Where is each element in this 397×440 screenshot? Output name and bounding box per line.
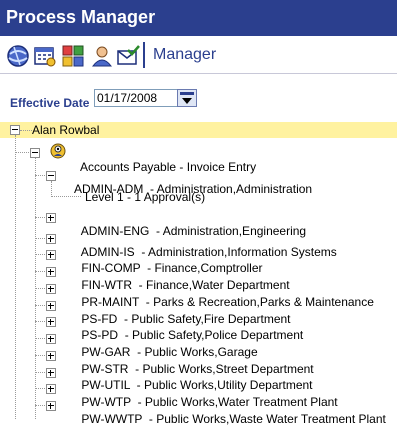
title-bar: Process Manager [0, 0, 397, 36]
group-expand-toggle[interactable] [46, 267, 56, 277]
group-expand-toggle[interactable] [46, 317, 56, 327]
group-expand-toggle[interactable] [46, 301, 56, 311]
globe-icon[interactable] [6, 44, 30, 68]
group-label[interactable]: PW-WWTP - Public Works,Waste Water Treat… [68, 398, 386, 440]
envelope-check-icon[interactable] [116, 44, 140, 68]
group-description: - Public Works,Waste Water Treatment Pla… [142, 412, 386, 426]
approval-level-item[interactable]: Level 1 - 1 Approval(s) [85, 190, 205, 204]
group-collapse-toggle[interactable] [46, 171, 56, 181]
tree-connector [20, 130, 32, 131]
group-expand-toggle[interactable] [46, 284, 56, 294]
tree-root-label[interactable]: Alan Rowbal [32, 123, 99, 137]
tree-root-collapse-toggle[interactable] [10, 125, 20, 135]
calendar-icon[interactable] [33, 44, 57, 68]
group-expand-toggle[interactable] [46, 368, 56, 378]
toolbar-separator [143, 42, 145, 68]
process-collapse-toggle[interactable] [30, 148, 40, 158]
tree-connector [15, 135, 16, 419]
tree-connector [51, 196, 81, 197]
effective-date-input[interactable]: 01/17/2008 [94, 89, 178, 107]
toolbar-label: Manager [153, 46, 217, 63]
group-expand-toggle[interactable] [46, 401, 56, 411]
process-icon [50, 143, 66, 159]
group-expand-toggle[interactable] [46, 213, 56, 223]
org-chart-icon[interactable] [61, 44, 85, 68]
app-title: Process Manager [6, 7, 156, 27]
group-expand-toggle[interactable] [46, 234, 56, 244]
tree-connector [51, 181, 52, 197]
group-expand-toggle[interactable] [46, 250, 56, 260]
group-code: PW-WWTP [81, 412, 143, 426]
effective-date-label: Effective Date [10, 96, 90, 110]
user-process-icon[interactable] [90, 44, 114, 68]
group-expand-toggle[interactable] [46, 334, 56, 344]
group-expand-toggle[interactable] [46, 384, 56, 394]
calendar-picker-button[interactable] [177, 89, 197, 107]
group-expand-toggle[interactable] [46, 351, 56, 361]
